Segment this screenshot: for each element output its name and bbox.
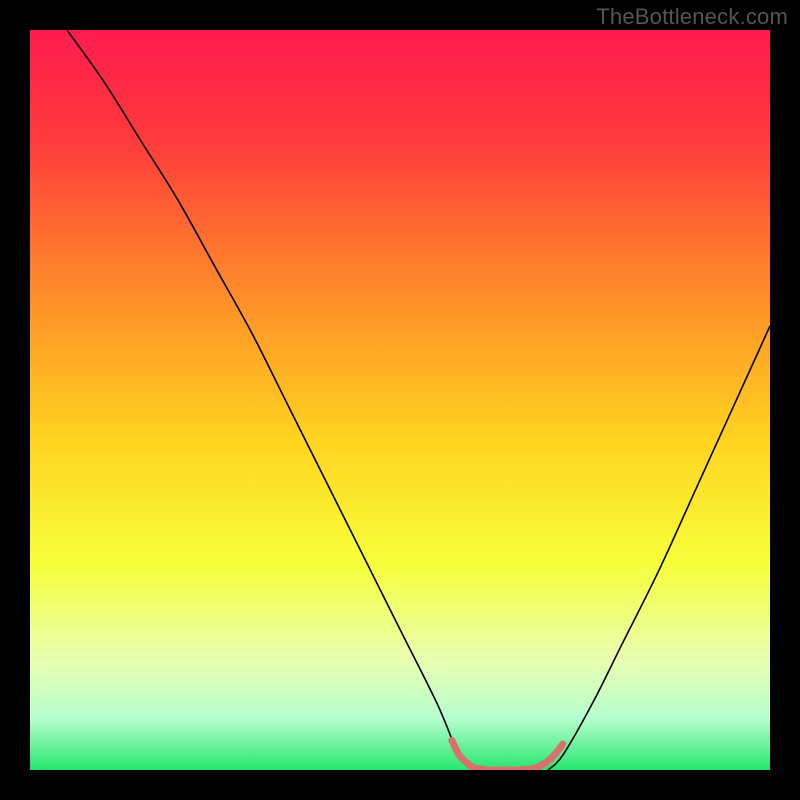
right-branch-curve	[548, 326, 770, 770]
watermark-text: TheBottleneck.com	[596, 4, 788, 30]
chart-frame: TheBottleneck.com	[0, 0, 800, 800]
left-branch-curve	[67, 30, 474, 770]
bottom-highlight-curve	[452, 740, 563, 770]
plot-area	[30, 30, 770, 770]
curve-layer	[30, 30, 770, 770]
